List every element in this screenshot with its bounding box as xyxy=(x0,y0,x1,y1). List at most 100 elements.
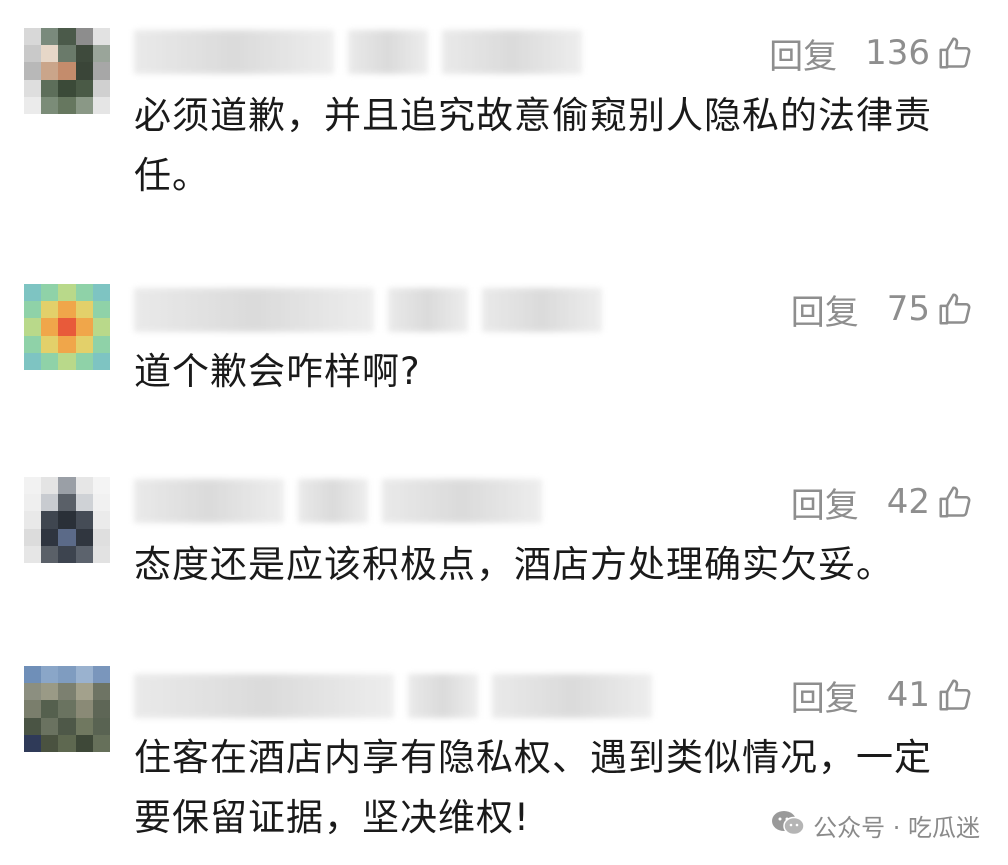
avatar-pixel xyxy=(24,717,42,735)
reply-button[interactable]: 回复 xyxy=(791,478,859,527)
avatar-pixel xyxy=(41,717,59,735)
avatar-pixel xyxy=(58,284,76,302)
avatar-pixel xyxy=(92,477,110,495)
avatar-pixel xyxy=(75,45,93,63)
avatar[interactable] xyxy=(24,666,110,752)
reply-button[interactable]: 回复 xyxy=(769,29,837,78)
comment-item: 回复 42 态度还是应该积极点，酒店方处理确实欠妥。 xyxy=(0,455,1008,625)
avatar-pixel xyxy=(75,62,93,80)
avatar-pixel xyxy=(58,666,76,684)
avatar-pixel xyxy=(75,717,93,735)
thumbs-up-icon[interactable] xyxy=(936,483,974,521)
avatar-pixel xyxy=(92,528,110,546)
watermark-text: 公众号 · 吃瓜迷 xyxy=(813,814,980,842)
avatar-pixel xyxy=(75,528,93,546)
avatar-pixel xyxy=(58,477,76,495)
comment-actions: 回复 75 xyxy=(791,284,974,334)
avatar-pixel xyxy=(92,62,110,80)
avatar-pixel xyxy=(92,79,110,97)
comment-item: 回复 136 必须道歉，并且追究故意偷窥别人隐私的法律责任。 xyxy=(0,0,1008,230)
avatar-pixel xyxy=(58,528,76,546)
avatar-pixel xyxy=(24,545,42,563)
avatar-pixel xyxy=(75,700,93,718)
avatar-pixel xyxy=(92,700,110,718)
comment-text: 道个歉会咋样啊? xyxy=(134,350,421,393)
avatar-pixel xyxy=(58,683,76,701)
avatar-pixel xyxy=(41,301,59,319)
avatar-pixel xyxy=(24,477,42,495)
avatar-pixel xyxy=(58,45,76,63)
avatar-pixel xyxy=(92,318,110,336)
avatar-pixel xyxy=(58,717,76,735)
reply-button[interactable]: 回复 xyxy=(791,671,859,720)
avatar-pixel xyxy=(58,28,76,46)
avatar-pixel xyxy=(41,734,59,752)
reply-button[interactable]: 回复 xyxy=(791,285,859,334)
avatar-pixel xyxy=(41,335,59,353)
avatar[interactable] xyxy=(24,28,110,114)
blurred-username-meta xyxy=(134,30,582,74)
comment-actions: 回复 136 xyxy=(769,28,974,78)
avatar-pixel xyxy=(24,79,42,97)
avatar-pixel xyxy=(41,96,59,114)
avatar-pixel xyxy=(58,352,76,370)
avatar-pixel xyxy=(41,683,59,701)
avatar-pixel xyxy=(58,545,76,563)
thumbs-up-icon[interactable] xyxy=(936,34,974,72)
avatar-pixel xyxy=(75,335,93,353)
avatar-pixel xyxy=(24,352,42,370)
avatar-pixel xyxy=(75,734,93,752)
avatar-pixel xyxy=(41,528,59,546)
avatar-pixel xyxy=(92,301,110,319)
avatar[interactable] xyxy=(24,284,110,370)
avatar-pixel xyxy=(58,318,76,336)
blurred-username-meta xyxy=(134,479,542,523)
thumbs-up-icon[interactable] xyxy=(936,290,974,328)
thumbs-up-icon[interactable] xyxy=(936,676,974,714)
like-count: 41 xyxy=(886,675,930,715)
avatar-pixel xyxy=(41,666,59,684)
avatar-pixel xyxy=(75,301,93,319)
avatar-pixel xyxy=(75,511,93,529)
like-count: 75 xyxy=(886,289,930,329)
avatar-pixel xyxy=(92,494,110,512)
avatar-pixel xyxy=(58,62,76,80)
avatar-pixel xyxy=(24,45,42,63)
blurred-username-meta xyxy=(134,674,652,718)
avatar-pixel xyxy=(75,545,93,563)
avatar-pixel xyxy=(75,352,93,370)
avatar-pixel xyxy=(41,494,59,512)
avatar-pixel xyxy=(92,666,110,684)
avatar-pixel xyxy=(24,301,42,319)
avatar-pixel xyxy=(75,318,93,336)
avatar-pixel xyxy=(75,96,93,114)
avatar-pixel xyxy=(24,683,42,701)
avatar-pixel xyxy=(24,335,42,353)
avatar-pixel xyxy=(24,96,42,114)
avatar-pixel xyxy=(24,666,42,684)
avatar-pixel xyxy=(92,717,110,735)
comment-text: 态度还是应该积极点，酒店方处理确实欠妥。 xyxy=(134,543,894,586)
avatar-pixel xyxy=(75,666,93,684)
avatar-pixel xyxy=(41,477,59,495)
avatar-pixel xyxy=(58,335,76,353)
avatar-pixel xyxy=(58,301,76,319)
comment-actions: 回复 41 xyxy=(791,670,974,720)
avatar-pixel xyxy=(41,62,59,80)
avatar-pixel xyxy=(24,528,42,546)
avatar-pixel xyxy=(75,494,93,512)
avatar-pixel xyxy=(58,494,76,512)
like-count: 42 xyxy=(886,482,930,522)
wechat-icon xyxy=(771,809,805,843)
avatar-pixel xyxy=(41,700,59,718)
avatar-pixel xyxy=(41,318,59,336)
avatar-pixel xyxy=(92,511,110,529)
avatar-pixel xyxy=(58,511,76,529)
avatar-pixel xyxy=(92,284,110,302)
avatar-pixel xyxy=(24,511,42,529)
avatar-pixel xyxy=(75,284,93,302)
avatar-pixel xyxy=(24,28,42,46)
avatar[interactable] xyxy=(24,477,110,563)
avatar-pixel xyxy=(75,683,93,701)
comment-actions: 回复 42 xyxy=(791,477,974,527)
